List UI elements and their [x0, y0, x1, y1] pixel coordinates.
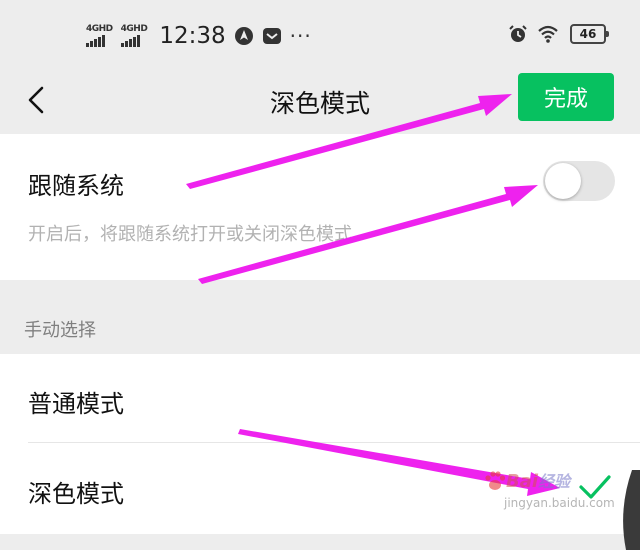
option-label: 深色模式	[28, 480, 124, 508]
done-button[interactable]: 完成	[518, 73, 614, 121]
wifi-icon	[538, 25, 558, 43]
more-notifications: ···	[289, 24, 312, 48]
signal-icon: 4GHD	[120, 24, 148, 47]
manual-section-label: 手动选择	[24, 320, 96, 341]
option-dark-mode[interactable]: 深色模式	[0, 444, 640, 534]
option-normal-mode[interactable]: 普通模式	[0, 354, 640, 444]
signal-icon: 4GHD	[86, 25, 113, 47]
battery-icon: 46	[570, 24, 609, 44]
toggle-knob	[545, 163, 581, 199]
message-icon	[262, 28, 281, 44]
alarm-icon	[509, 25, 527, 42]
follow-system-toggle[interactable]	[543, 161, 615, 201]
navigation-icon	[234, 27, 253, 45]
clock: 12:38	[159, 23, 226, 49]
follow-system-label: 跟随系统	[28, 172, 124, 200]
option-label: 普通模式	[28, 390, 124, 418]
manual-options-card: 普通模式 深色模式	[0, 354, 640, 534]
follow-system-description: 开启后，将跟随系统打开或关闭深色模式	[28, 224, 352, 245]
network-label-1: 4GHD	[86, 24, 113, 34]
divider	[28, 442, 640, 443]
status-left: 4GHD 4GHD 12:38 ···	[86, 22, 312, 50]
check-icon	[579, 475, 611, 499]
status-bar: 4GHD 4GHD 12:38 ··· 46	[0, 0, 640, 70]
nav-bar: 深色模式 完成	[0, 70, 640, 134]
network-label-2: 4GHD	[120, 24, 148, 34]
status-right: 46	[508, 24, 609, 44]
follow-system-card: 跟随系统 开启后，将跟随系统打开或关闭深色模式	[0, 134, 640, 280]
